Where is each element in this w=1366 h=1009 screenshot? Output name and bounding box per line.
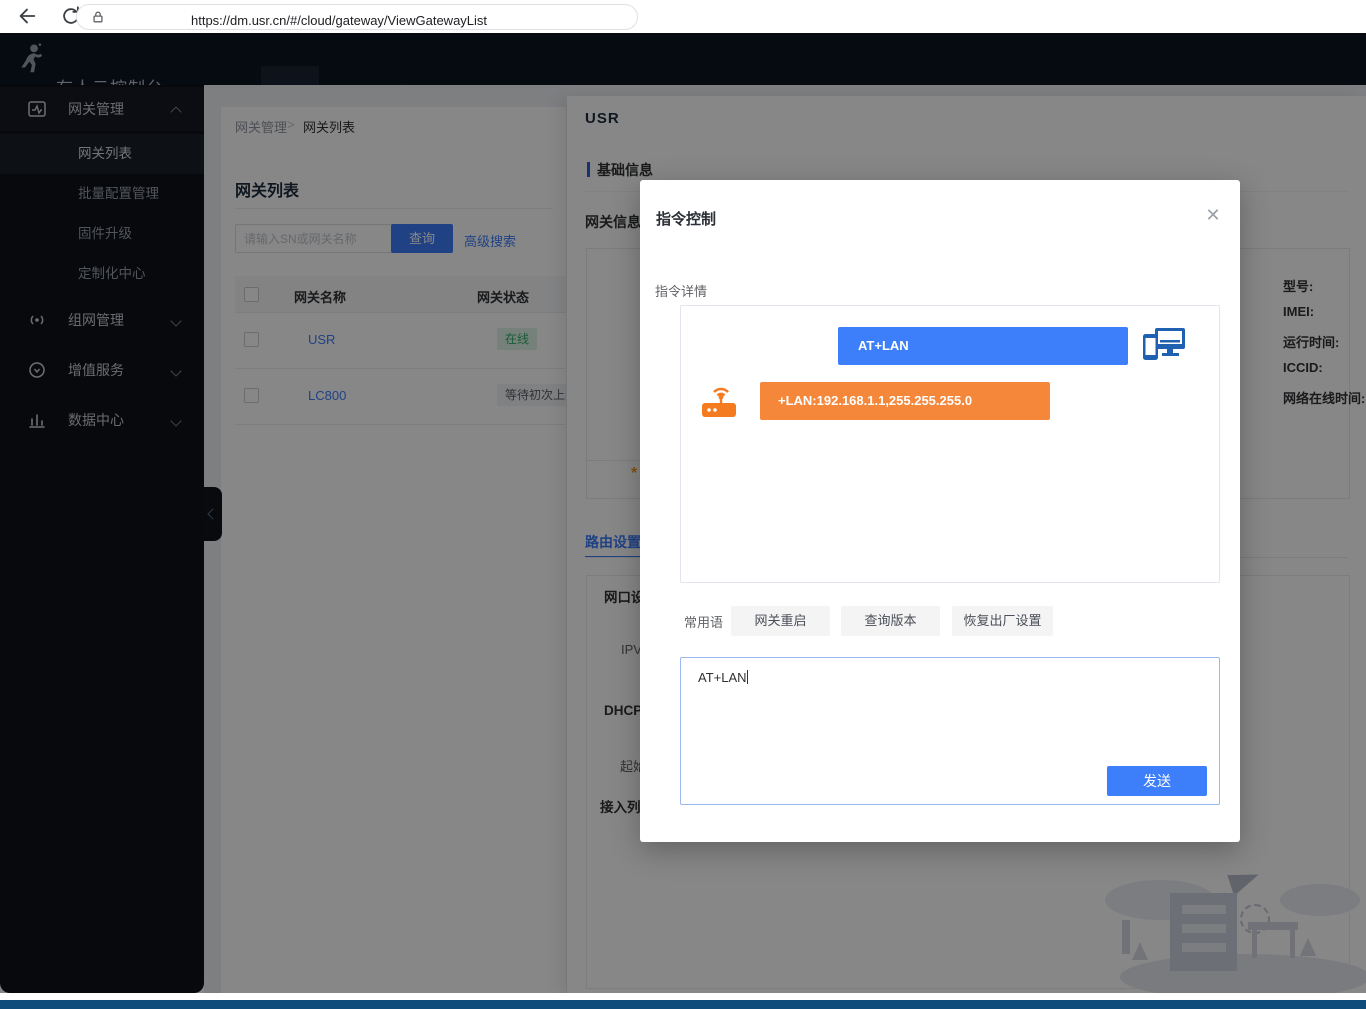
sent-command-bubble: AT+LAN bbox=[838, 327, 1128, 365]
browser-bar: https://dm.usr.cn/#/cloud/gateway/ViewGa… bbox=[0, 0, 1366, 33]
address-bar[interactable]: https://dm.usr.cn/#/cloud/gateway/ViewGa… bbox=[76, 4, 638, 30]
screen: https://dm.usr.cn/#/cloud/gateway/ViewGa… bbox=[0, 0, 1366, 1009]
command-detail-label: 指令详情 bbox=[655, 281, 707, 300]
lock-icon bbox=[91, 10, 105, 24]
gateway-reply-bubble: +LAN:192.168.1.1,255.255.255.0 bbox=[760, 382, 1050, 420]
client-device-icon bbox=[1143, 326, 1187, 366]
command-input-value: AT+LAN bbox=[698, 670, 747, 685]
query-version-button[interactable]: 查询版本 bbox=[841, 606, 940, 636]
router-icon bbox=[700, 380, 738, 420]
page-bottom-strip bbox=[0, 993, 1366, 1000]
send-button[interactable]: 发送 bbox=[1107, 766, 1207, 796]
common-phrases-label: 常用语 bbox=[684, 612, 723, 631]
url-text[interactable]: https://dm.usr.cn/#/cloud/gateway/ViewGa… bbox=[191, 13, 487, 28]
taskbar-edge bbox=[0, 1000, 1366, 1009]
close-icon[interactable]: ✕ bbox=[1202, 204, 1224, 226]
command-control-modal: 指令控制 ✕ 指令详情 AT+LAN +LAN:192.168.1.1,255.… bbox=[640, 180, 1240, 842]
factory-reset-button[interactable]: 恢复出厂设置 bbox=[952, 606, 1053, 636]
gateway-restart-button[interactable]: 网关重启 bbox=[731, 606, 830, 636]
back-icon[interactable] bbox=[16, 5, 38, 27]
modal-title: 指令控制 bbox=[656, 208, 716, 229]
text-caret bbox=[747, 670, 748, 684]
